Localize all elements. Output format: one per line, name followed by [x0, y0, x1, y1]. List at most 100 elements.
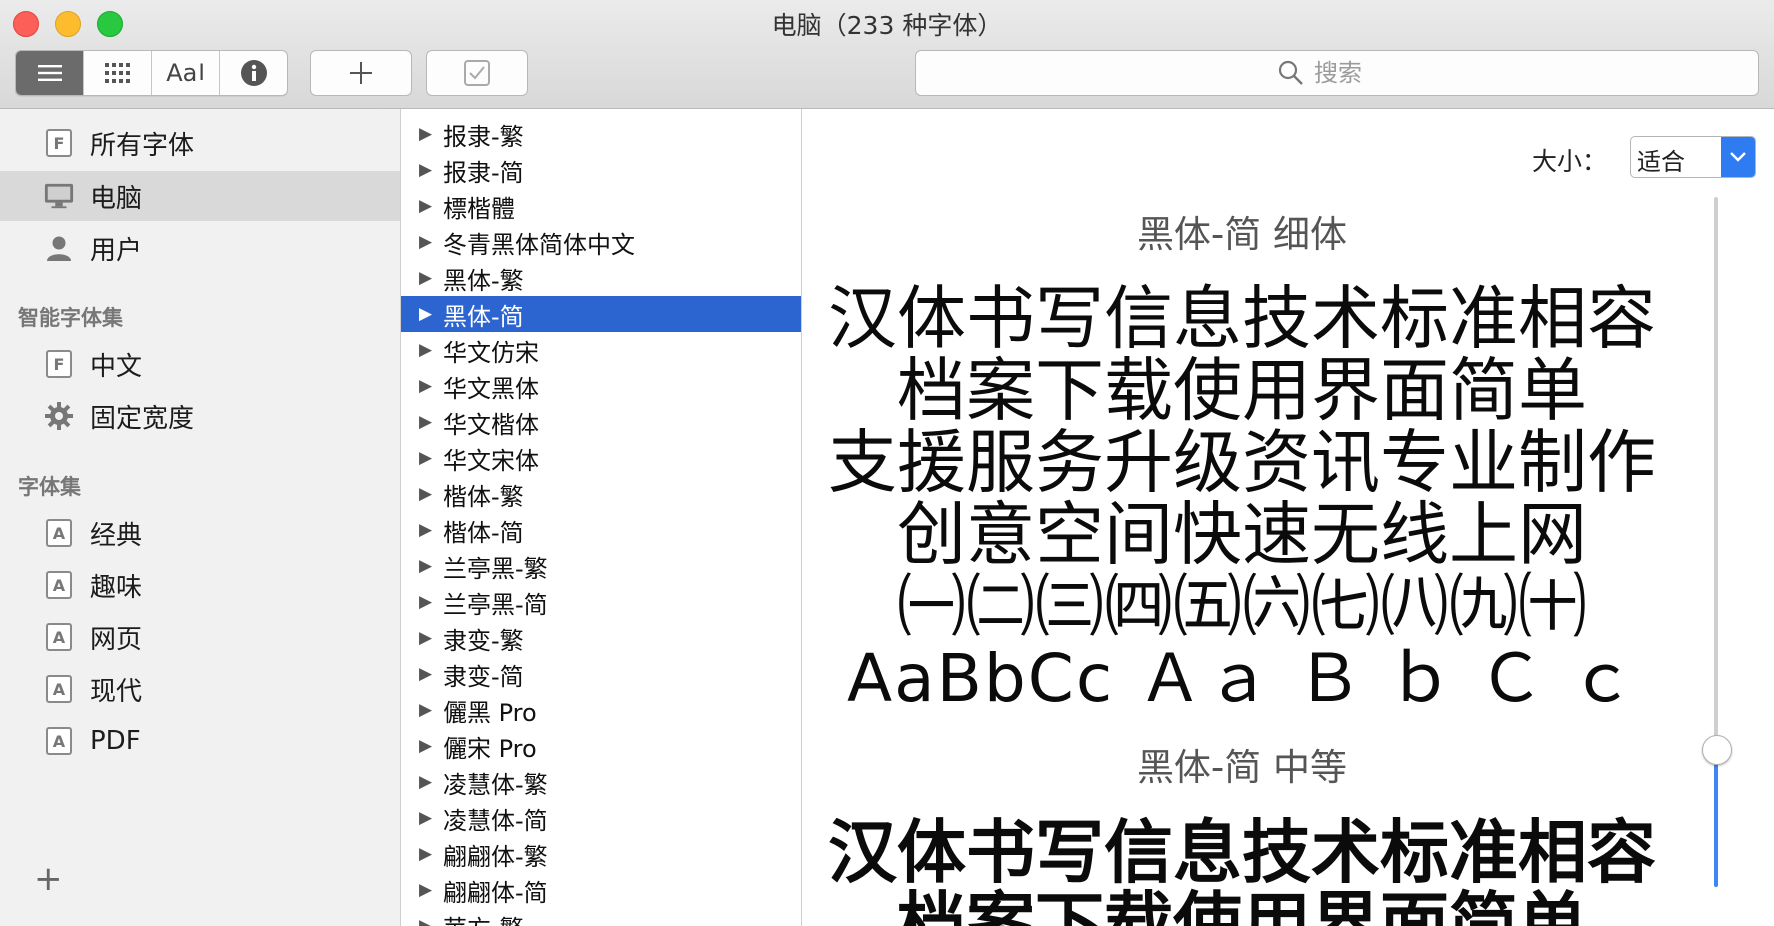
disclosure-triangle-icon[interactable]: ▶ — [419, 736, 432, 756]
grid-view-button[interactable] — [84, 51, 152, 95]
disclosure-triangle-icon[interactable]: ▶ — [419, 196, 432, 216]
sidebar-item-label: 固定宽度 — [90, 403, 195, 434]
font-family-label: 儷黑 Pro — [443, 698, 537, 727]
disclosure-triangle-icon[interactable]: ▶ — [419, 412, 432, 432]
disclosure-triangle-icon[interactable]: ▶ — [419, 304, 432, 324]
font-list-item[interactable]: ▶ 华文宋体 — [401, 440, 801, 476]
grid-view-icon — [104, 63, 130, 83]
sidebar-item-computer[interactable]: 电脑 — [0, 171, 400, 221]
disclosure-triangle-icon[interactable]: ▶ — [419, 772, 432, 792]
font-list-item[interactable]: ▶ 苹方-繁 — [401, 908, 801, 926]
sidebar-item-pdf[interactable]: A PDF — [0, 716, 400, 766]
disclosure-triangle-icon[interactable]: ▶ — [419, 520, 432, 540]
disclosure-triangle-icon[interactable]: ▶ — [419, 376, 432, 396]
font-list-item[interactable]: ▶ 兰亭黑-繁 — [401, 548, 801, 584]
font-list-item[interactable]: ▶ 凌慧体-繁 — [401, 764, 801, 800]
size-select[interactable]: 适合 — [1630, 136, 1756, 178]
sidebar-item-user[interactable]: 用户 — [0, 223, 400, 273]
disclosure-triangle-icon[interactable]: ▶ — [419, 484, 432, 504]
disclosure-triangle-icon[interactable]: ▶ — [419, 844, 432, 864]
font-list-item[interactable]: ▶ 报隶-繁 — [401, 116, 801, 152]
disclosure-triangle-icon[interactable]: ▶ — [419, 700, 432, 720]
preview-sample-medium: 汉体书写信息技术标准相容 档案下载使用界面简单 — [802, 817, 1682, 926]
font-family-label: 冬青黑体简体中文 — [443, 230, 635, 259]
chevron-down-icon — [1721, 137, 1755, 177]
info-view-button[interactable] — [220, 51, 287, 95]
preview-line: ㈠㈡㈢㈣㈤㈥㈦㈧㈨㈩ — [897, 567, 1587, 647]
sidebar-item-label: 经典 — [90, 520, 143, 551]
size-select-value: 适合 — [1637, 148, 1685, 176]
sidebar-item-all-fonts[interactable]: F 所有字体 — [0, 118, 400, 168]
size-label: 大小： — [1532, 147, 1608, 176]
sidebar: F 所有字体 电脑 用户 智能字体集 F 中文 固定宽度 字体集 A 经典 A … — [0, 109, 401, 926]
sidebar-item-fixed-width[interactable]: 固定宽度 — [0, 391, 400, 441]
font-list-item[interactable]: ▶ 翩翩体-简 — [401, 872, 801, 908]
add-font-button[interactable] — [310, 50, 412, 96]
disclosure-triangle-icon[interactable]: ▶ — [419, 916, 432, 926]
preview-sample-thin: 汉体书写信息技术标准相容 档案下载使用界面简单 支援服务升级资讯专业制作 创意空… — [802, 283, 1682, 715]
font-list-item[interactable]: ▶ 华文黑体 — [401, 368, 801, 404]
font-family-label: 黑体-简 — [443, 302, 524, 331]
size-slider-knob[interactable] — [1702, 735, 1732, 765]
list-view-button[interactable] — [16, 51, 84, 95]
collections-header: 字体集 — [18, 475, 81, 499]
enable-font-button[interactable] — [426, 50, 528, 96]
font-list-item[interactable]: ▶ 楷体-繁 — [401, 476, 801, 512]
disclosure-triangle-icon[interactable]: ▶ — [419, 880, 432, 900]
disclosure-triangle-icon[interactable]: ▶ — [419, 124, 432, 144]
preview-line: AaBbCc Ａａ Ｂ ｂ Ｃ ｃ — [846, 640, 1638, 717]
font-list-item[interactable]: ▶ 报隶-简 — [401, 152, 801, 188]
font-collection-icon: A — [44, 726, 74, 756]
font-list-item[interactable]: ▶ 儷黑 Pro — [401, 692, 801, 728]
font-list-item[interactable]: ▶ 黑体-繁 — [401, 260, 801, 296]
smart-collections-header: 智能字体集 — [18, 306, 123, 330]
font-family-label: 隶变-简 — [443, 662, 524, 691]
sidebar-item-label: 所有字体 — [90, 130, 195, 161]
font-family-label: 凌慧体-繁 — [443, 770, 548, 799]
font-list-item[interactable]: ▶ 黑体-简 — [401, 296, 801, 332]
search-field[interactable] — [915, 50, 1759, 96]
disclosure-triangle-icon[interactable]: ▶ — [419, 808, 432, 828]
font-family-label: 兰亭黑-繁 — [443, 554, 548, 583]
sample-view-button[interactable]: Aa I — [152, 51, 220, 95]
disclosure-triangle-icon[interactable]: ▶ — [419, 592, 432, 612]
font-list-item[interactable]: ▶ 华文楷体 — [401, 404, 801, 440]
text-cursor-icon: I — [198, 60, 205, 86]
font-list-item[interactable]: ▶ 隶变-简 — [401, 656, 801, 692]
font-list-item[interactable]: ▶ 华文仿宋 — [401, 332, 801, 368]
sidebar-item-classic[interactable]: A 经典 — [0, 508, 400, 558]
list-view-icon — [37, 65, 62, 81]
font-list-item[interactable]: ▶ 凌慧体-简 — [401, 800, 801, 836]
search-input[interactable] — [1312, 58, 1396, 88]
disclosure-triangle-icon[interactable]: ▶ — [419, 448, 432, 468]
sidebar-item-chinese[interactable]: F 中文 — [0, 339, 400, 389]
font-family-label: 报隶-繁 — [443, 122, 524, 151]
preview-line: 汉体书写信息技术标准相容 — [828, 813, 1656, 893]
info-icon — [240, 60, 267, 86]
add-collection-button[interactable]: + — [34, 859, 63, 899]
disclosure-triangle-icon[interactable]: ▶ — [419, 664, 432, 684]
sidebar-item-web[interactable]: A 网页 — [0, 612, 400, 662]
sidebar-item-label: 中文 — [90, 351, 143, 382]
disclosure-triangle-icon[interactable]: ▶ — [419, 556, 432, 576]
disclosure-triangle-icon[interactable]: ▶ — [419, 628, 432, 648]
font-list-item[interactable]: ▶ 楷体-简 — [401, 512, 801, 548]
window-title: 电脑（233 种字体） — [771, 11, 1003, 40]
font-list-item[interactable]: ▶ 標楷體 — [401, 188, 801, 224]
font-file-icon: F — [44, 349, 74, 379]
sidebar-item-modern[interactable]: A 现代 — [0, 664, 400, 714]
font-family-label: 楷体-简 — [443, 518, 524, 547]
font-family-label: 凌慧体-简 — [443, 806, 548, 835]
disclosure-triangle-icon[interactable]: ▶ — [419, 268, 432, 288]
font-list-item[interactable]: ▶ 隶变-繁 — [401, 620, 801, 656]
font-list-item[interactable]: ▶ 翩翩体-繁 — [401, 836, 801, 872]
font-list-item[interactable]: ▶ 冬青黑体简体中文 — [401, 224, 801, 260]
disclosure-triangle-icon[interactable]: ▶ — [419, 232, 432, 252]
font-list-item[interactable]: ▶ 儷宋 Pro — [401, 728, 801, 764]
font-book-window: 电脑（233 种字体） Aa I 搜索 F 所有字体 电脑 用户 智能字体集 F… — [0, 0, 1774, 926]
disclosure-triangle-icon[interactable]: ▶ — [419, 340, 432, 360]
disclosure-triangle-icon[interactable]: ▶ — [419, 160, 432, 180]
font-list-item[interactable]: ▶ 兰亭黑-简 — [401, 584, 801, 620]
sidebar-item-fun[interactable]: A 趣味 — [0, 560, 400, 610]
view-mode-control: Aa I — [15, 50, 288, 96]
